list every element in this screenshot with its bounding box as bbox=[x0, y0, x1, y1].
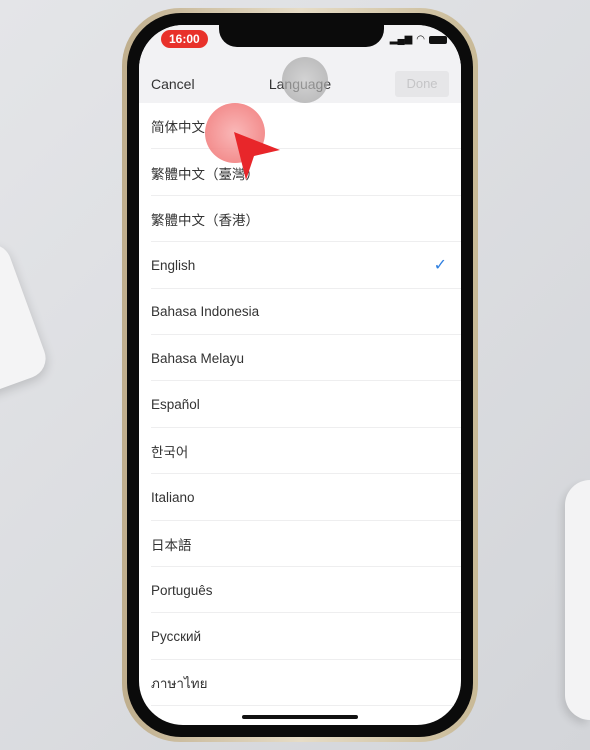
language-list: 简体中文繁體中文（臺灣） 繁體中文（香港） English ✓ Bahasa Indon… bbox=[139, 103, 461, 707]
battery-icon bbox=[429, 35, 447, 44]
cursor-arrow-icon bbox=[234, 132, 280, 180]
language-item[interactable]: Bahasa Indonesia bbox=[139, 289, 461, 336]
home-indicator[interactable] bbox=[242, 715, 358, 719]
screen: 16:00 ▂▄▆◠ Cancel Language Done 简体中文繁體中文… bbox=[139, 25, 461, 725]
language-item[interactable]: Português bbox=[139, 567, 461, 614]
language-item[interactable]: ภาษาไทย bbox=[139, 660, 461, 707]
language-item[interactable]: Русский bbox=[139, 613, 461, 661]
language-label: 日本語 bbox=[151, 537, 192, 553]
language-item[interactable]: 繁體中文（臺灣） bbox=[139, 149, 461, 197]
done-button[interactable]: Done bbox=[395, 71, 449, 97]
language-label: Español bbox=[151, 397, 200, 413]
language-label: Русский bbox=[151, 628, 202, 644]
language-item[interactable]: 한국어 bbox=[139, 428, 461, 475]
language-label: Bahasa Indonesia bbox=[151, 304, 260, 320]
language-item[interactable]: 日本語 bbox=[139, 521, 461, 568]
language-item[interactable]: English ✓ bbox=[139, 242, 461, 289]
notch bbox=[219, 25, 384, 47]
language-label: Bahasa Melayu bbox=[151, 350, 245, 366]
status-time: 16:00 bbox=[161, 30, 208, 48]
language-label: 简体中文 bbox=[151, 120, 205, 136]
language-label: ภาษาไทย bbox=[151, 675, 208, 691]
language-item[interactable]: Bahasa Melayu bbox=[139, 335, 461, 382]
checkmark-icon: ✓ bbox=[433, 257, 447, 275]
language-label: Português bbox=[151, 582, 213, 598]
background-device bbox=[565, 480, 590, 720]
language-label: 한국어 bbox=[151, 444, 189, 460]
signal-icon: ▂▄▆ bbox=[389, 34, 413, 45]
wifi-icon: ◠ bbox=[416, 34, 425, 45]
language-label: English bbox=[151, 257, 196, 273]
language-item[interactable]: 繁體中文（香港） bbox=[139, 196, 461, 243]
language-item[interactable]: Español bbox=[139, 381, 461, 429]
language-label: 繁體中文（香港） bbox=[151, 212, 259, 228]
language-label: Italiano bbox=[151, 489, 195, 505]
touch-indicator bbox=[282, 57, 328, 103]
language-item[interactable]: Italiano bbox=[139, 474, 461, 521]
background-device bbox=[0, 238, 52, 402]
phone-frame: 16:00 ▂▄▆◠ Cancel Language Done 简体中文繁體中文… bbox=[122, 8, 478, 742]
language-item[interactable]: 简体中文 bbox=[139, 103, 461, 150]
